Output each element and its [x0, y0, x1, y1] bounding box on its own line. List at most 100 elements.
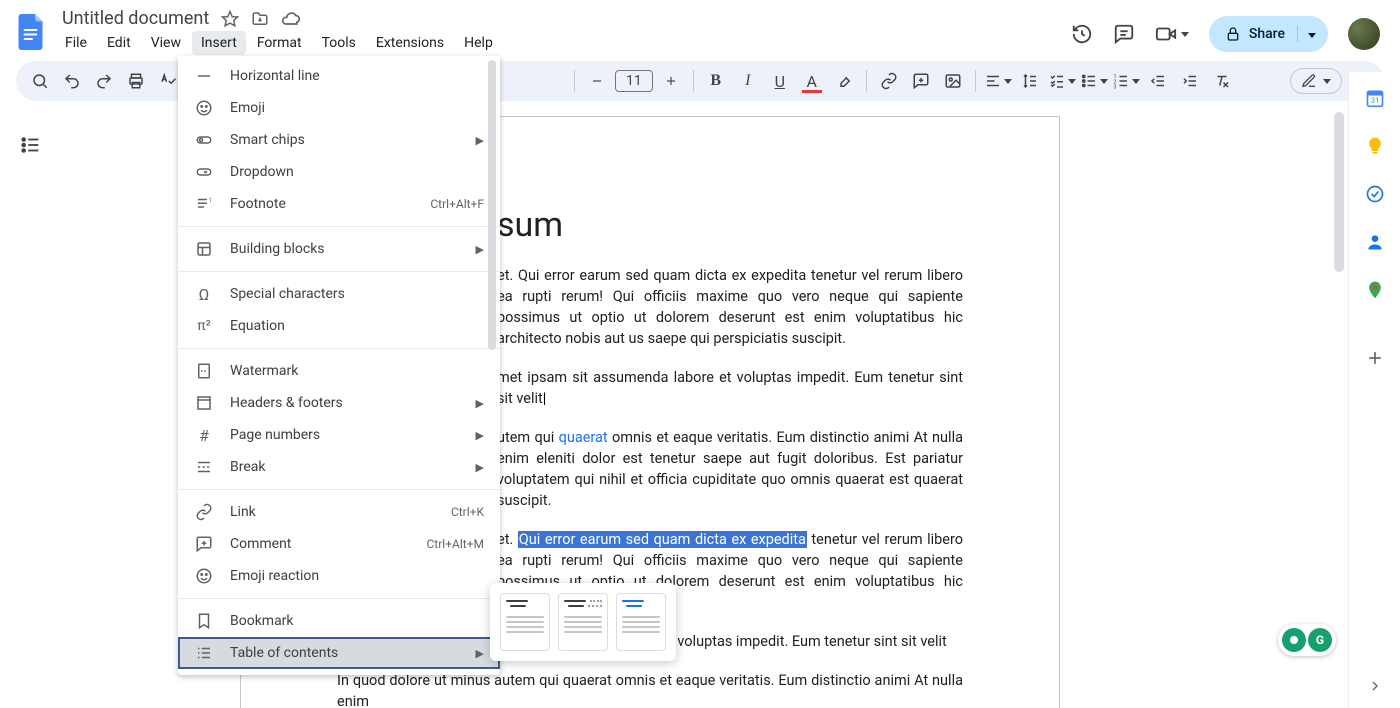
- clear-formatting-button[interactable]: [1208, 67, 1236, 95]
- insert-table-of-contents[interactable]: Table of contents▶: [178, 637, 500, 669]
- insert-link[interactable]: LinkCtrl+K: [178, 496, 500, 528]
- shortcut-label: Ctrl+Alt+F: [430, 197, 484, 211]
- toc-plain-option[interactable]: [500, 593, 550, 651]
- menu-item-label: Equation: [230, 318, 484, 334]
- submenu-arrow-icon: ▶: [476, 134, 484, 147]
- maps-addon-icon[interactable]: [1365, 280, 1385, 300]
- menu-help[interactable]: Help: [455, 31, 502, 55]
- cloud-status-icon[interactable]: [281, 9, 301, 29]
- share-caret-icon[interactable]: [1297, 26, 1316, 42]
- insert-emoji-reaction[interactable]: Emoji reaction: [178, 560, 500, 592]
- chip-icon: [194, 131, 214, 149]
- redo-button[interactable]: [90, 67, 118, 95]
- menu-file[interactable]: File: [56, 31, 96, 55]
- vertical-scrollbar[interactable]: [1334, 112, 1344, 272]
- insert-comment-button[interactable]: [907, 67, 935, 95]
- headers-icon: [194, 394, 214, 412]
- svg-text:1: 1: [209, 197, 212, 204]
- toc-links-option[interactable]: [616, 593, 666, 651]
- highlight-button[interactable]: [830, 67, 858, 95]
- text-color-button[interactable]: A: [798, 67, 826, 95]
- decrease-indent-button[interactable]: [1144, 67, 1172, 95]
- insert-page-numbers[interactable]: #Page numbers▶: [178, 419, 500, 451]
- hide-side-panel-icon[interactable]: [1365, 676, 1385, 696]
- zoom-in-button[interactable]: [657, 67, 685, 95]
- hyperlink[interactable]: quaerat: [559, 429, 608, 446]
- increase-indent-button[interactable]: [1176, 67, 1204, 95]
- insert-watermark[interactable]: Watermark: [178, 355, 500, 387]
- menubar: FileEditViewInsertFormatToolsExtensionsH…: [56, 31, 502, 55]
- search-menus-button[interactable]: [26, 67, 54, 95]
- insert-dropdown[interactable]: Dropdown: [178, 156, 500, 188]
- submenu-arrow-icon: ▶: [476, 243, 484, 256]
- submenu-arrow-icon: ▶: [476, 429, 484, 442]
- menu-insert[interactable]: Insert: [192, 31, 246, 55]
- get-addons-icon[interactable]: [1365, 348, 1385, 368]
- insert-bookmark[interactable]: Bookmark: [178, 605, 500, 637]
- dropdown-icon: [194, 163, 214, 181]
- menu-extensions[interactable]: Extensions: [367, 31, 453, 55]
- tasks-addon-icon[interactable]: [1365, 184, 1385, 204]
- menu-view[interactable]: View: [142, 31, 190, 55]
- insert-horizontal-line[interactable]: Horizontal line: [178, 60, 500, 92]
- watermark-icon: [194, 362, 214, 380]
- menu-item-label: Building blocks: [230, 241, 460, 257]
- insert-emoji[interactable]: Emoji: [178, 92, 500, 124]
- calendar-addon-icon[interactable]: 31: [1365, 88, 1385, 108]
- editing-mode-button[interactable]: [1290, 68, 1342, 94]
- blocks-icon: [194, 240, 214, 258]
- grammarly-badges[interactable]: G: [1278, 624, 1336, 656]
- insert-link-button[interactable]: [875, 67, 903, 95]
- toc-dotted-option[interactable]: [558, 593, 608, 651]
- insert-image-button[interactable]: [939, 67, 967, 95]
- menu-edit[interactable]: Edit: [98, 31, 140, 55]
- paragraph: utem qui quaerat omnis et eaque veritati…: [497, 427, 963, 511]
- history-icon[interactable]: [1071, 23, 1093, 45]
- bold-button[interactable]: B: [702, 67, 730, 95]
- paragraph: In quod dolore ut minus autem qui quaera…: [337, 670, 963, 708]
- underline-button[interactable]: U: [766, 67, 794, 95]
- svg-text:3: 3: [1113, 85, 1116, 91]
- insert-special-characters[interactable]: ΩSpecial characters: [178, 278, 500, 310]
- keep-addon-icon[interactable]: [1365, 136, 1385, 156]
- undo-button[interactable]: [58, 67, 86, 95]
- bulleted-list-button[interactable]: [1080, 67, 1108, 95]
- insert-equation[interactable]: π² Equation: [178, 310, 500, 342]
- outline-toggle-icon[interactable]: [20, 134, 42, 156]
- move-icon[interactable]: [251, 10, 269, 28]
- submenu-arrow-icon: ▶: [476, 647, 484, 660]
- italic-button[interactable]: I: [734, 67, 762, 95]
- insert-headers-footers[interactable]: Headers & footers▶: [178, 387, 500, 419]
- insert-footnote[interactable]: 1 Footnote Ctrl+Alt+F: [178, 188, 500, 220]
- align-button[interactable]: [984, 67, 1012, 95]
- insert-break[interactable]: Break▶: [178, 451, 500, 483]
- menu-item-label: Special characters: [230, 286, 484, 302]
- insert-menu-dropdown: Horizontal lineEmojiSmart chips▶Dropdown…: [178, 56, 500, 675]
- menu-tools[interactable]: Tools: [313, 31, 365, 55]
- print-button[interactable]: [122, 67, 150, 95]
- numbered-list-button[interactable]: 123: [1112, 67, 1140, 95]
- contacts-addon-icon[interactable]: [1365, 232, 1385, 252]
- docs-app-icon[interactable]: [12, 12, 52, 52]
- line-spacing-button[interactable]: [1016, 67, 1044, 95]
- insert-comment[interactable]: CommentCtrl+Alt+M: [178, 528, 500, 560]
- account-avatar[interactable]: [1348, 18, 1380, 50]
- comments-icon[interactable]: [1113, 23, 1135, 45]
- toc-submenu: [490, 583, 676, 661]
- share-button[interactable]: Share: [1209, 16, 1328, 52]
- menu-format[interactable]: Format: [248, 31, 311, 55]
- star-icon[interactable]: [221, 10, 239, 28]
- document-title[interactable]: Untitled document: [62, 8, 209, 29]
- menu-item-label: Page numbers: [230, 427, 460, 443]
- pi-icon: π²: [194, 318, 214, 334]
- badge-icon: G: [1308, 628, 1332, 652]
- zoom-out-button[interactable]: [583, 67, 611, 95]
- font-size-input[interactable]: 11: [615, 70, 653, 92]
- comment-icon: [194, 535, 214, 553]
- checklist-button[interactable]: [1048, 67, 1076, 95]
- share-label: Share: [1249, 26, 1285, 42]
- insert-smart-chips[interactable]: Smart chips▶: [178, 124, 500, 156]
- insert-building-blocks[interactable]: Building blocks ▶: [178, 233, 500, 265]
- meet-icon[interactable]: [1155, 23, 1189, 45]
- menu-item-label: Footnote: [230, 196, 414, 212]
